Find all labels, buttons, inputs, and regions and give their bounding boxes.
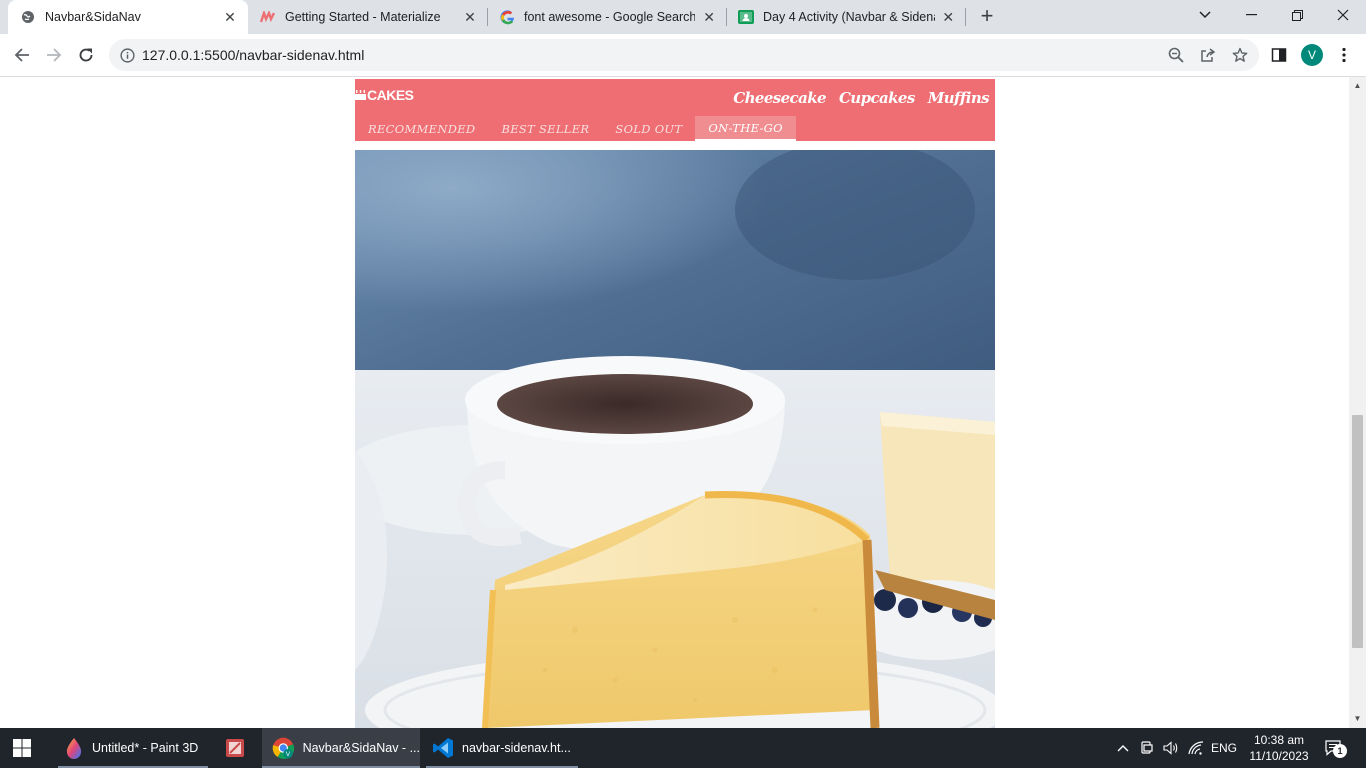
tab-search-button[interactable]	[1182, 0, 1228, 30]
meet-now-icon[interactable]	[1137, 728, 1157, 768]
brand-logo[interactable]: CAKES	[355, 87, 414, 103]
volume-icon[interactable]	[1160, 728, 1182, 768]
browser-toolbar: 127.0.0.1:5500/navbar-sidenav.html V	[0, 34, 1366, 77]
page-scrollbar[interactable]: ▲ ▼	[1349, 77, 1366, 728]
tab-on-the-go[interactable]: ON-THE-GO	[695, 116, 796, 141]
bookmark-star-icon[interactable]	[1231, 46, 1249, 64]
taskbar-label: Untitled* - Paint 3D	[92, 741, 199, 755]
tab-google-search[interactable]: font awesome - Google Search ✕	[487, 0, 727, 34]
materialize-icon	[260, 9, 276, 25]
tab-recommended[interactable]: RECOMMENDED	[355, 116, 488, 141]
back-button[interactable]	[10, 43, 34, 67]
clock[interactable]: 10:38 am 11/10/2023	[1244, 728, 1314, 768]
nav-link-cheesecake[interactable]: Cheesecake	[733, 89, 826, 107]
chrome-icon: V	[272, 737, 295, 759]
close-window-button[interactable]	[1320, 0, 1366, 30]
snipping-tool-icon	[226, 739, 244, 757]
tab-title: Getting Started - Materialize	[285, 10, 441, 24]
tab-best-seller[interactable]: BEST SELLER	[488, 116, 602, 141]
side-panel-icon[interactable]	[1267, 43, 1291, 67]
classroom-icon	[738, 9, 754, 25]
start-button[interactable]	[13, 728, 31, 768]
taskbar-snipping-tool[interactable]	[225, 728, 245, 768]
menu-kebab-icon[interactable]	[1332, 43, 1356, 67]
site-info-icon[interactable]	[118, 46, 136, 64]
share-icon[interactable]	[1199, 46, 1217, 64]
restore-button[interactable]	[1274, 0, 1320, 30]
scroll-up-arrow-icon[interactable]: ▲	[1353, 81, 1362, 90]
site-container: CAKES Cheesecake Cupcakes Muffins RECOMM…	[355, 79, 995, 728]
close-tab-icon[interactable]: ✕	[462, 9, 478, 25]
taskbar-paint3d[interactable]: Untitled* - Paint 3D	[58, 728, 208, 768]
tab-getting-started[interactable]: Getting Started - Materialize ✕	[248, 0, 488, 34]
nav-link-muffins[interactable]: Muffins	[928, 89, 990, 107]
new-tab-button[interactable]: +	[976, 5, 998, 28]
nav-link-cupcakes[interactable]: Cupcakes	[839, 89, 915, 107]
globe-icon	[20, 9, 36, 25]
taskbar-vscode[interactable]: navbar-sidenav.ht...	[426, 728, 578, 768]
language-indicator[interactable]: ENG	[1208, 728, 1240, 768]
svg-text:V: V	[286, 751, 291, 758]
browser-tab-strip: Navbar&SidaNav ✕ Getting Started - Mater…	[0, 0, 1366, 34]
close-tab-icon[interactable]: ✕	[701, 9, 717, 25]
tab-sold-out[interactable]: SOLD OUT	[602, 116, 695, 141]
url-text: 127.0.0.1:5500/navbar-sidenav.html	[142, 47, 365, 63]
close-tab-icon[interactable]: ✕	[222, 9, 238, 25]
tab-title: Navbar&SidaNav	[45, 10, 141, 24]
cheesecake-hero-image	[355, 150, 995, 728]
navbar-tabs: RECOMMENDED BEST SELLER SOLD OUT ON-THE-…	[355, 116, 796, 141]
clock-date: 11/10/2023	[1249, 749, 1309, 763]
taskbar-label: navbar-sidenav.ht...	[462, 741, 571, 755]
scroll-down-arrow-icon[interactable]: ▼	[1353, 714, 1362, 723]
birthday-cake-icon	[355, 87, 366, 103]
minimize-button[interactable]	[1228, 0, 1274, 30]
nav-links: Cheesecake Cupcakes Muffins	[733, 89, 989, 107]
paint3d-icon	[66, 738, 82, 759]
profile-avatar[interactable]: V	[1301, 44, 1323, 66]
page-viewport: CAKES Cheesecake Cupcakes Muffins RECOMM…	[0, 77, 1366, 728]
zoom-icon[interactable]	[1167, 46, 1185, 64]
wifi-icon[interactable]	[1185, 728, 1207, 768]
vscode-icon	[433, 738, 453, 758]
tab-navbar-sidanav[interactable]: Navbar&SidaNav ✕	[8, 0, 248, 34]
tab-day4-activity[interactable]: Day 4 Activity (Navbar & Sidena ✕	[726, 0, 966, 34]
taskbar-label: Navbar&SidaNav - ...	[302, 741, 420, 755]
notification-count-badge: 1	[1333, 744, 1347, 758]
clock-time: 10:38 am	[1253, 733, 1305, 747]
navbar: CAKES Cheesecake Cupcakes Muffins RECOMM…	[355, 79, 995, 141]
tab-title: Day 4 Activity (Navbar & Sidena	[763, 10, 935, 24]
windows-taskbar: Untitled* - Paint 3D V Navbar&SidaNav - …	[0, 728, 1366, 768]
reload-button[interactable]	[74, 43, 98, 67]
windows-logo-icon	[13, 739, 31, 757]
tab-title: font awesome - Google Search	[524, 10, 696, 24]
close-tab-icon[interactable]: ✕	[941, 9, 956, 25]
taskbar-chrome[interactable]: V Navbar&SidaNav - ...	[262, 728, 420, 768]
forward-button[interactable]	[42, 43, 66, 67]
scrollbar-thumb[interactable]	[1352, 415, 1363, 648]
address-bar[interactable]: 127.0.0.1:5500/navbar-sidenav.html	[109, 39, 1259, 71]
brand-text: CAKES	[367, 87, 414, 103]
google-icon	[499, 9, 515, 25]
tab-separator	[965, 8, 966, 26]
show-hidden-icons-chevron-icon[interactable]	[1113, 728, 1133, 768]
